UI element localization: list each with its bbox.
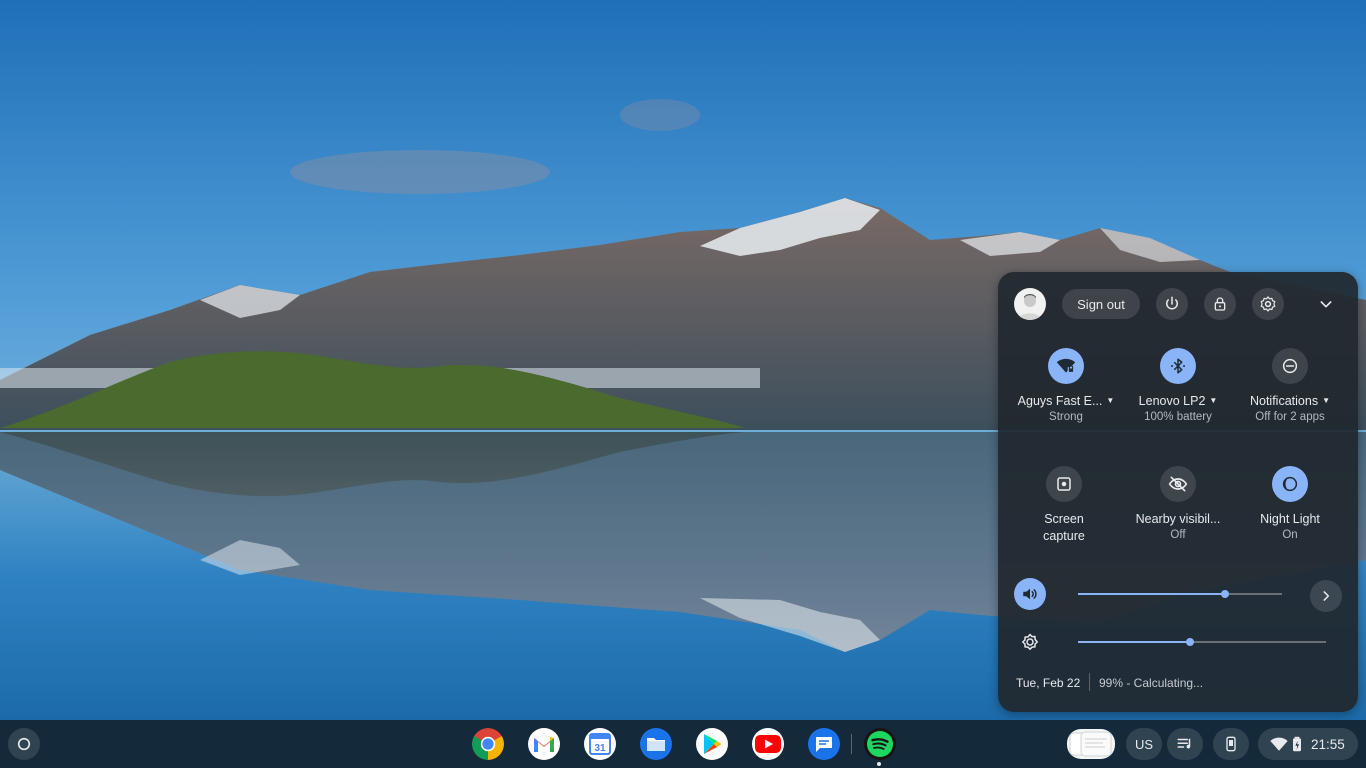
holding-space-tray[interactable] <box>1067 729 1115 759</box>
screen-capture-tile-label: Screen capture <box>1043 512 1085 543</box>
brightness-slider-row <box>998 622 1358 662</box>
messages-icon <box>816 737 832 752</box>
files-icon <box>647 738 665 751</box>
user-avatar-icon <box>1019 294 1041 320</box>
wifi-locked-icon <box>1056 358 1076 373</box>
notifications-tile[interactable]: Notifications ▼ Off for 2 apps <box>1234 348 1346 423</box>
bluetooth-tile[interactable]: Lenovo LP2 ▼ 100% battery <box>1122 348 1234 423</box>
collapse-button[interactable] <box>1310 288 1342 320</box>
phone-hub-button[interactable] <box>1213 728 1249 760</box>
spotify-running-indicator <box>877 762 881 766</box>
chrome-icon <box>472 728 504 760</box>
wifi-tile[interactable]: Aguys Fast E... ▼ Strong <box>1010 348 1122 423</box>
power-button[interactable] <box>1156 288 1188 320</box>
volume-slider-thumb[interactable] <box>1220 590 1229 598</box>
files-app[interactable] <box>640 728 672 760</box>
bluetooth-toggle[interactable] <box>1160 348 1196 384</box>
lock-icon <box>1214 297 1226 311</box>
brightness-icon <box>1022 633 1038 650</box>
settings-button[interactable] <box>1252 288 1284 320</box>
chrome-app[interactable] <box>472 728 504 760</box>
volume-slider-row <box>998 574 1358 614</box>
mute-toggle-button[interactable] <box>1014 578 1046 610</box>
launcher-button[interactable] <box>8 728 40 760</box>
holding-space-thumbnail-icon <box>1069 731 1112 757</box>
audio-settings-button[interactable] <box>1310 580 1342 612</box>
messages-app[interactable] <box>808 728 840 760</box>
keyboard-layout-label: US <box>1134 736 1154 752</box>
wifi-tile-status: Strong <box>1049 411 1083 423</box>
nearby-visibility-toggle[interactable] <box>1160 466 1196 502</box>
settings-icon <box>1260 296 1276 312</box>
notifications-toggle[interactable] <box>1272 348 1308 384</box>
brightness-slider-thumb[interactable] <box>1185 638 1194 646</box>
volume-icon <box>1023 588 1037 600</box>
spotify-icon <box>867 731 893 757</box>
calendar-day-number: 31 <box>594 743 606 754</box>
chevron-down-icon <box>1320 301 1332 308</box>
brightness-icon-button <box>1014 626 1046 658</box>
quick-settings-header: Sign out <box>998 272 1358 336</box>
night-light-icon <box>1282 476 1298 492</box>
play-store-icon <box>704 734 722 754</box>
youtube-icon <box>755 735 781 753</box>
shelf-divider <box>851 734 852 754</box>
notifications-tile-label: Notifications ▼ <box>1249 394 1330 408</box>
gmail-icon <box>534 737 554 752</box>
quick-settings-panel: Sign out Aguys Fast E... ▼ Strong Lenovo… <box>998 272 1358 712</box>
nearby-visibility-tile-status: Off <box>1170 529 1186 541</box>
calendar-app[interactable]: 31 <box>584 728 616 760</box>
night-light-toggle[interactable] <box>1272 466 1308 502</box>
date-label[interactable]: Tue, Feb 22 <box>1016 676 1080 690</box>
nearby-visibility-tile-label: Nearby visibil... <box>1135 512 1221 526</box>
calendar-icon: 31 <box>589 733 611 755</box>
clock-time: 21:55 <box>1311 736 1345 752</box>
brightness-slider[interactable] <box>1078 638 1326 646</box>
power-icon <box>1166 296 1178 310</box>
night-light-tile-label: Night Light <box>1260 512 1320 526</box>
footer-divider <box>1089 673 1090 691</box>
night-light-tile[interactable]: Night Light On <box>1234 466 1346 541</box>
sign-out-button[interactable]: Sign out <box>1062 289 1140 319</box>
wifi-toggle[interactable] <box>1048 348 1084 384</box>
bluetooth-tile-label: Lenovo LP2 ▼ <box>1138 394 1218 408</box>
do-not-disturb-icon <box>1282 358 1298 374</box>
system-tray-button[interactable]: 21:55 <box>1258 728 1358 760</box>
notifications-tile-status: Off for 2 apps <box>1255 411 1325 423</box>
bluetooth-tile-status: 100% battery <box>1144 411 1212 423</box>
battery-status-label[interactable]: 99% - Calculating... <box>1099 676 1203 690</box>
keyboard-layout-button[interactable]: US <box>1126 728 1162 760</box>
volume-slider-fill <box>1078 593 1225 595</box>
wifi-tile-label: Aguys Fast E... ▼ <box>1017 394 1115 408</box>
nearby-visibility-tile[interactable]: Nearby visibil... Off <box>1122 466 1234 541</box>
phone-icon <box>1226 736 1236 752</box>
bluetooth-connected-icon <box>1171 358 1185 374</box>
screen-capture-toggle[interactable] <box>1046 466 1082 502</box>
battery-icon <box>1293 736 1301 752</box>
screen-capture-tile[interactable]: Screen capture <box>1008 466 1120 545</box>
gmail-app[interactable] <box>528 728 560 760</box>
quick-settings-footer: Tue, Feb 22 99% - Calculating... <box>998 668 1358 696</box>
chevron-right-icon <box>1323 591 1330 601</box>
media-controls-button[interactable] <box>1167 728 1203 760</box>
nearby-visibility-off-icon <box>1168 476 1188 492</box>
youtube-app[interactable] <box>752 728 784 760</box>
play-store-app[interactable] <box>696 728 728 760</box>
brightness-slider-fill <box>1078 641 1190 643</box>
wifi-icon <box>1270 737 1288 751</box>
shelf: 31 US 21:55 <box>0 720 1366 768</box>
screen-capture-icon <box>1057 477 1071 491</box>
volume-slider[interactable] <box>1078 590 1282 598</box>
media-queue-icon <box>1177 738 1191 749</box>
night-light-tile-status: On <box>1282 529 1298 541</box>
launcher-icon <box>17 737 31 751</box>
user-avatar[interactable] <box>1014 288 1046 320</box>
spotify-app[interactable] <box>864 728 896 760</box>
lock-button[interactable] <box>1204 288 1236 320</box>
